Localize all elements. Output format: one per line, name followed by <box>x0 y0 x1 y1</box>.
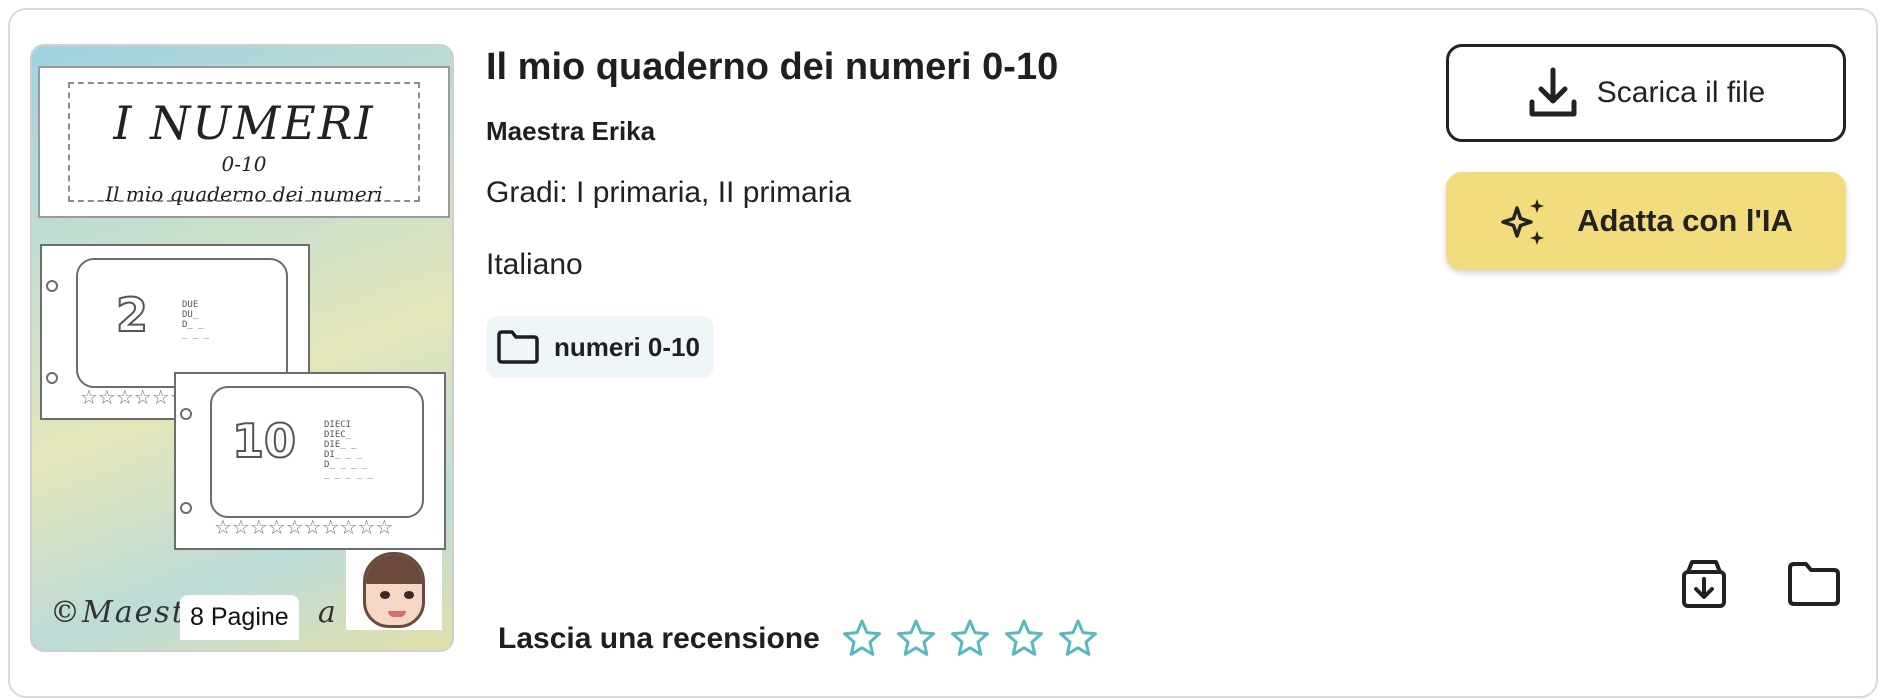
download-icon <box>1529 67 1577 117</box>
review-star-icon[interactable] <box>1058 618 1098 658</box>
sheet-stars: ☆☆☆☆☆☆☆☆☆☆ <box>214 517 394 539</box>
sheet-words: DIECI DIEC_ DIE_ _ DI_ _ _ D_ _ _ _ _ _ … <box>324 420 373 480</box>
add-to-folder-button[interactable] <box>1786 556 1842 612</box>
sheet-words: DUE DU_ D_ _ _ _ _ <box>182 300 210 340</box>
adapt-with-ai-button[interactable]: Adatta con l'IA <box>1446 172 1846 270</box>
resource-author[interactable]: Maestra Erika <box>486 116 655 147</box>
sparkles-icon <box>1501 199 1545 245</box>
save-to-archive-button[interactable] <box>1676 556 1732 612</box>
resource-subject: Italiano <box>486 248 583 281</box>
collection-label: numeri 0-10 <box>554 331 700 362</box>
review-star-icon[interactable] <box>950 618 990 658</box>
sheet-digit: 10 <box>231 413 297 469</box>
folder-icon <box>497 330 539 364</box>
resource-title[interactable]: Il mio quaderno dei numeri 0-10 <box>486 46 1058 89</box>
collection-chip[interactable]: numeri 0-10 <box>486 316 714 378</box>
download-file-button[interactable]: Scarica il file <box>1446 44 1846 142</box>
cover-range-text: 0-10 <box>221 152 267 176</box>
thumbnail-cover-title: I NUMERI 0-10 Il mio quaderno dei numeri <box>38 66 450 218</box>
sheet-digit: 2 <box>115 287 149 343</box>
cover-subtitle-text: Il mio quaderno dei numeri <box>105 182 383 206</box>
review-label: Lascia una recensione <box>498 622 820 655</box>
review-star-icon[interactable] <box>842 618 882 658</box>
resource-thumbnail[interactable]: I NUMERI 0-10 Il mio quaderno dei numeri… <box>30 44 454 652</box>
page-count-badge: 8 Pagine <box>180 595 299 640</box>
thumbnail-sheet-ten: 10 DIECI DIEC_ DIE_ _ DI_ _ _ D_ _ _ _ _… <box>174 372 446 550</box>
cover-title-text: I NUMERI <box>113 96 375 150</box>
resource-grades: Gradi: I primaria, II primaria <box>486 176 852 209</box>
archive-download-icon <box>1682 560 1726 608</box>
folder-icon <box>1788 562 1840 606</box>
download-file-label: Scarica il file <box>1596 76 1766 109</box>
author-avatar-image <box>346 550 442 630</box>
review-star-icon[interactable] <box>896 618 936 658</box>
adapt-with-ai-label: Adatta con l'IA <box>1577 203 1793 238</box>
review-star-icon[interactable] <box>1004 618 1044 658</box>
review-stars <box>842 618 1098 658</box>
